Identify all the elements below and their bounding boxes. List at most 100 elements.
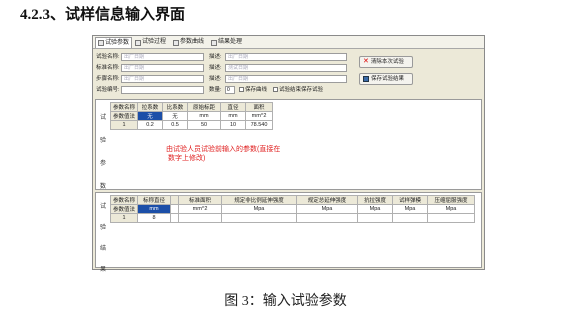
table-header: 原始标距 — [187, 102, 222, 112]
step-name-field[interactable]: 出厂日期 — [121, 75, 204, 83]
desc2-field[interactable]: 测试日期 — [225, 64, 347, 72]
close-icon: ✕ — [363, 58, 369, 65]
save-curve-checkbox[interactable] — [239, 87, 244, 93]
table-row: 1 8 — [109, 213, 476, 223]
table-cell[interactable]: Mpa — [296, 204, 359, 214]
table-header: 试样弹模 — [392, 195, 429, 205]
test-id-label: 试验编号: — [96, 87, 120, 93]
auto-save-label: 试验结束保存试验 — [279, 87, 324, 93]
results-table: 参数名称 标称直径 标准面积 规定非比例延伸强度 规定总延伸强度 抗拉强度 试样… — [109, 195, 476, 223]
results-side-label: 试 验 结 果 — [97, 197, 109, 273]
results-tab-icon — [211, 39, 217, 46]
row-number: 1 — [109, 120, 139, 130]
table-header: 标称直径 — [137, 195, 172, 205]
table-header: 标准面积 — [178, 195, 223, 205]
params-side-label: 试 验 参 数 — [97, 106, 109, 190]
tab-test-params[interactable]: 试验参数 — [95, 37, 132, 48]
side-char: 参 — [99, 161, 106, 167]
standard-name-label: 标准名称: — [96, 65, 120, 71]
params-tab-icon — [98, 40, 104, 46]
table-cell[interactable]: mm — [220, 111, 247, 121]
table-header: 面积 — [245, 102, 274, 112]
params-note: 由试验人员试验前输入的参数(直接在 数字上修改) — [166, 145, 280, 163]
desc1-field[interactable]: 出厂日期 — [225, 53, 347, 61]
side-char: 验 — [99, 225, 106, 231]
table-header: 参数名称 — [109, 195, 139, 205]
tab-label: 试验参数 — [105, 39, 130, 46]
auto-save-checkbox[interactable] — [273, 87, 278, 93]
tab-label: 参数曲线 — [180, 39, 205, 45]
note-line: 数字上修改) — [168, 155, 206, 162]
side-char: 验 — [99, 138, 106, 144]
test-id-field[interactable] — [121, 86, 204, 94]
table-cell[interactable] — [221, 213, 298, 223]
table-cell[interactable]: Mpa — [357, 204, 394, 214]
save-curve-label: 保存曲线 — [245, 87, 268, 93]
app-window: 试验参数 试验过程 参数曲线 结果处理 试验名称: 出厂日期 标准名称: 出厂日… — [92, 35, 485, 273]
table-cell[interactable] — [170, 204, 180, 214]
table-header: 抗拉强度 — [357, 195, 394, 205]
results-unit-row: 参数值法 mm mm^2 Mpa Mpa Mpa Mpa Mpa — [109, 204, 476, 214]
table-row: 1 0.2 0.5 50 10 78.540 — [109, 120, 274, 130]
table-cell[interactable] — [170, 213, 180, 223]
table-cell[interactable] — [392, 213, 429, 223]
table-cell[interactable]: 无 — [137, 111, 164, 121]
table-cell[interactable] — [296, 213, 359, 223]
save-results-label: 保存试验结果 — [371, 76, 405, 82]
test-name-label: 试验名称: — [96, 54, 120, 60]
table-cell[interactable]: mm — [137, 204, 172, 214]
side-char: 果 — [99, 267, 106, 273]
table-cell[interactable]: 50 — [187, 120, 222, 130]
desc3-label: 描述: — [209, 76, 222, 82]
table-cell[interactable]: 8 — [137, 213, 172, 223]
tab-test-process[interactable]: 试验过程 — [133, 37, 169, 48]
step-name-label: 步骤名称: — [96, 76, 120, 82]
table-cell[interactable] — [427, 213, 476, 223]
curve-tab-icon — [173, 39, 179, 46]
table-header: 直径 — [220, 102, 247, 112]
table-cell[interactable]: mm — [187, 111, 222, 121]
table-cell[interactable] — [178, 213, 223, 223]
side-char: 结 — [99, 246, 106, 252]
table-cell[interactable]: mm^2 — [178, 204, 223, 214]
table-cell[interactable]: 0.2 — [137, 120, 164, 130]
row-number: 1 — [109, 213, 139, 223]
table-cell[interactable]: 无 — [162, 111, 189, 121]
desc1-label: 描述: — [209, 54, 222, 60]
tab-results[interactable]: 结果处理 — [209, 37, 245, 48]
table-header: 参数名称 — [109, 102, 139, 112]
standard-name-field[interactable]: 出厂日期 — [121, 64, 204, 72]
table-cell[interactable]: mm^2 — [245, 111, 274, 121]
table-header: 压缩屈服强度 — [427, 195, 476, 205]
tab-label: 试验过程 — [142, 39, 167, 45]
table-cell[interactable]: Mpa — [221, 204, 298, 214]
side-char: 试 — [99, 115, 106, 121]
table-cell[interactable]: Mpa — [392, 204, 429, 214]
results-header-row: 参数名称 标称直径 标准面积 规定非比例延伸强度 规定总延伸强度 抗拉强度 试样… — [109, 195, 476, 205]
table-cell[interactable]: Mpa — [427, 204, 476, 214]
tab-param-curve[interactable]: 参数曲线 — [171, 37, 207, 48]
table-cell[interactable]: 78.540 — [245, 120, 274, 130]
test-name-field[interactable]: 出厂日期 — [121, 53, 204, 61]
note-line: 由试验人员试验前输入的参数(直接在 — [166, 146, 281, 153]
params-header-row: 参数名称 拉系数 比系数 原始标距 直径 面积 — [109, 102, 274, 112]
count-stepper[interactable]: 0 — [225, 86, 235, 94]
section-heading: 4.2.3、试样信息输入界面 — [20, 7, 186, 23]
desc3-field[interactable]: 出厂日期 — [225, 75, 347, 83]
results-panel: 试 验 结 果 参数名称 标称直径 标准面积 规定非比例延伸强度 规定总延伸强度… — [95, 192, 482, 273]
save-curve-option[interactable]: 保存曲线 — [239, 86, 267, 94]
row-header: 参数值法 — [109, 111, 139, 121]
table-header: 规定非比例延伸强度 — [221, 195, 298, 205]
table-cell[interactable]: 10 — [220, 120, 247, 130]
side-char: 数 — [99, 184, 106, 190]
clear-test-button[interactable]: ✕ 清除本次试验 — [359, 56, 413, 68]
save-disk-icon — [363, 76, 369, 82]
table-cell[interactable] — [357, 213, 394, 223]
table-cell[interactable]: 0.5 — [162, 120, 189, 130]
params-unit-row: 参数值法 无 无 mm mm mm^2 — [109, 111, 274, 121]
save-results-button[interactable]: 保存试验结果 — [359, 73, 413, 85]
clear-test-label: 清除本次试验 — [370, 59, 404, 65]
params-panel: 试 验 参 数 参数名称 拉系数 比系数 原始标距 直径 面积 参数值法 无 无… — [95, 99, 482, 190]
tab-label: 结果处理 — [218, 39, 243, 45]
auto-save-option[interactable]: 试验结束保存试验 — [273, 86, 323, 94]
